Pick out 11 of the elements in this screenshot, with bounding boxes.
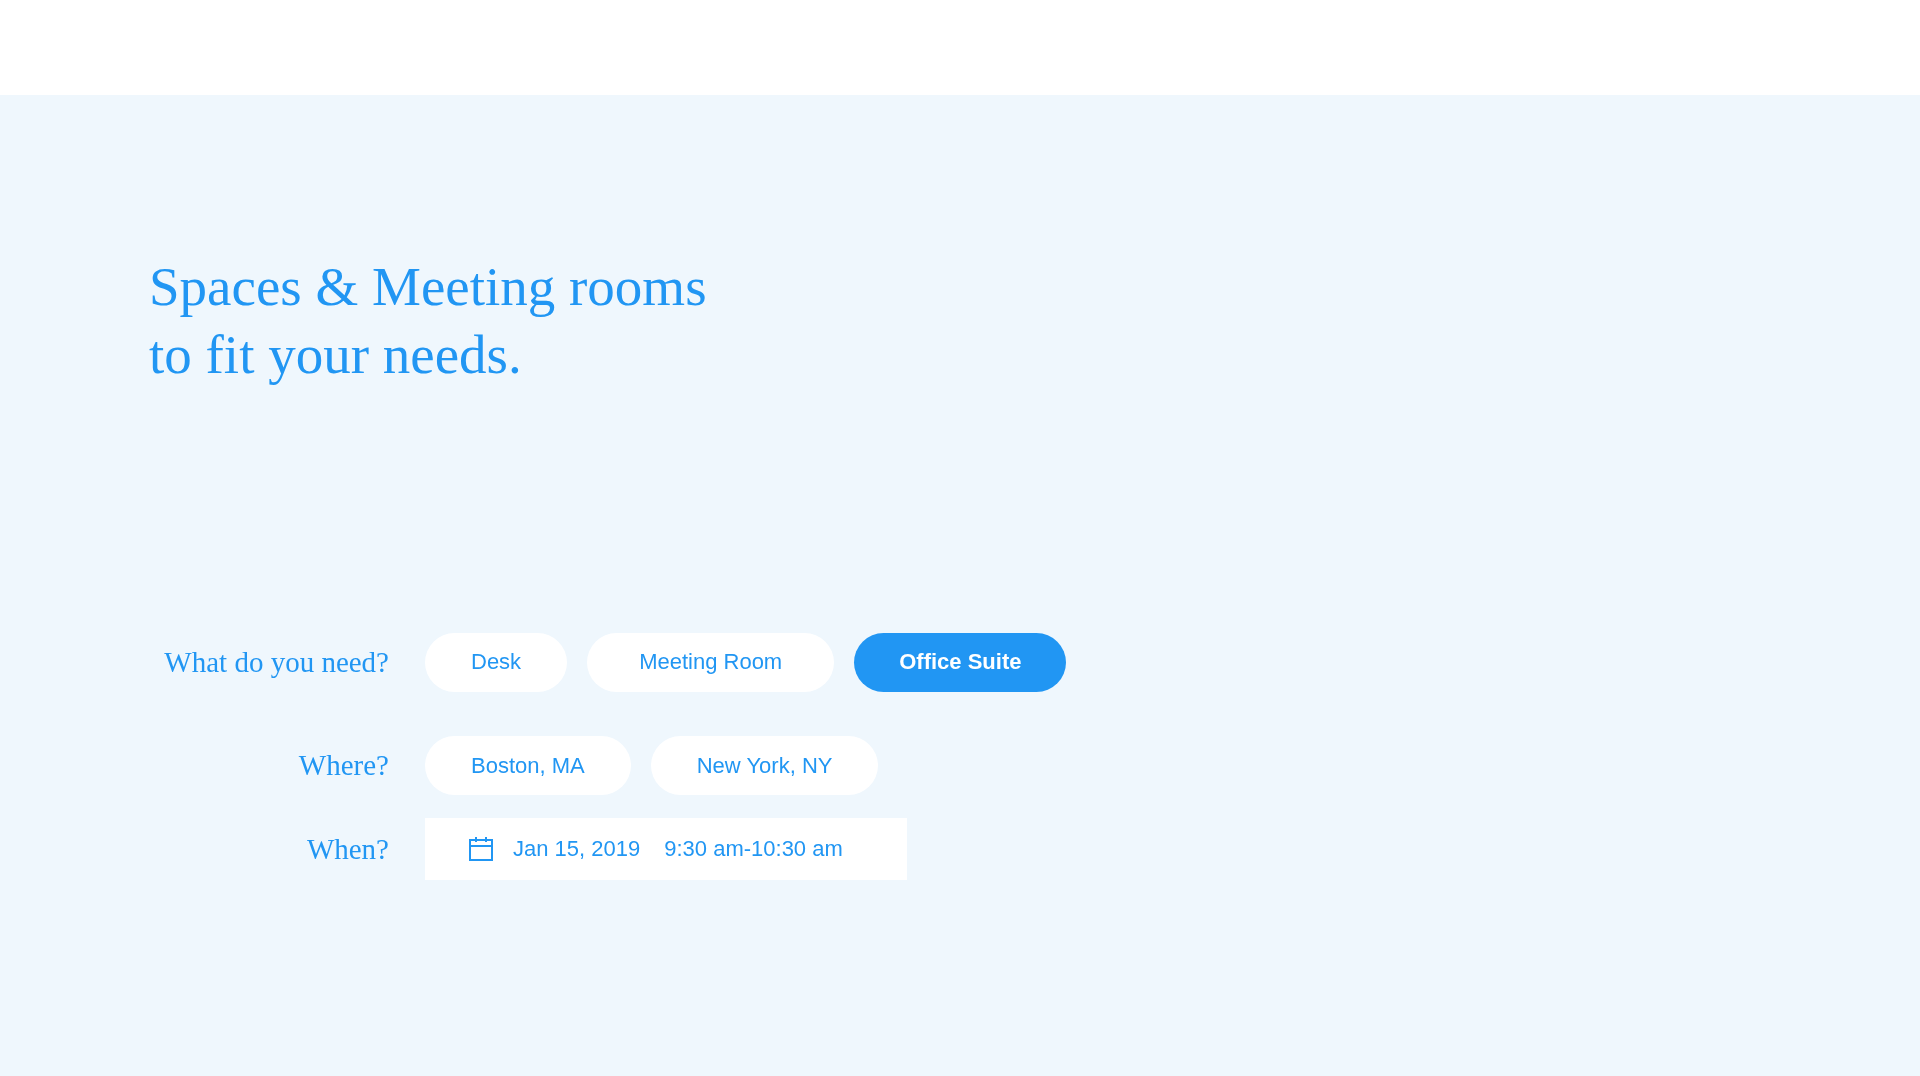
field-label: Where? (298, 749, 389, 782)
option-button[interactable]: Meeting Room (587, 632, 835, 692)
option-button[interactable]: Office Suite (854, 632, 1067, 692)
field-label: What do you need? (164, 645, 389, 679)
option-button[interactable]: New York, NY (650, 736, 879, 795)
headline: Spaces & Meeting rooms to fit your needs. (149, 255, 707, 387)
field-label: When? (306, 832, 389, 866)
calendar-icon (469, 837, 493, 861)
date-time-field[interactable]: Jan 15, 2019 9:30 am-10:30 am (425, 818, 907, 880)
option-button[interactable]: Desk (425, 632, 568, 692)
option-button[interactable]: Boston, MA (425, 736, 631, 795)
